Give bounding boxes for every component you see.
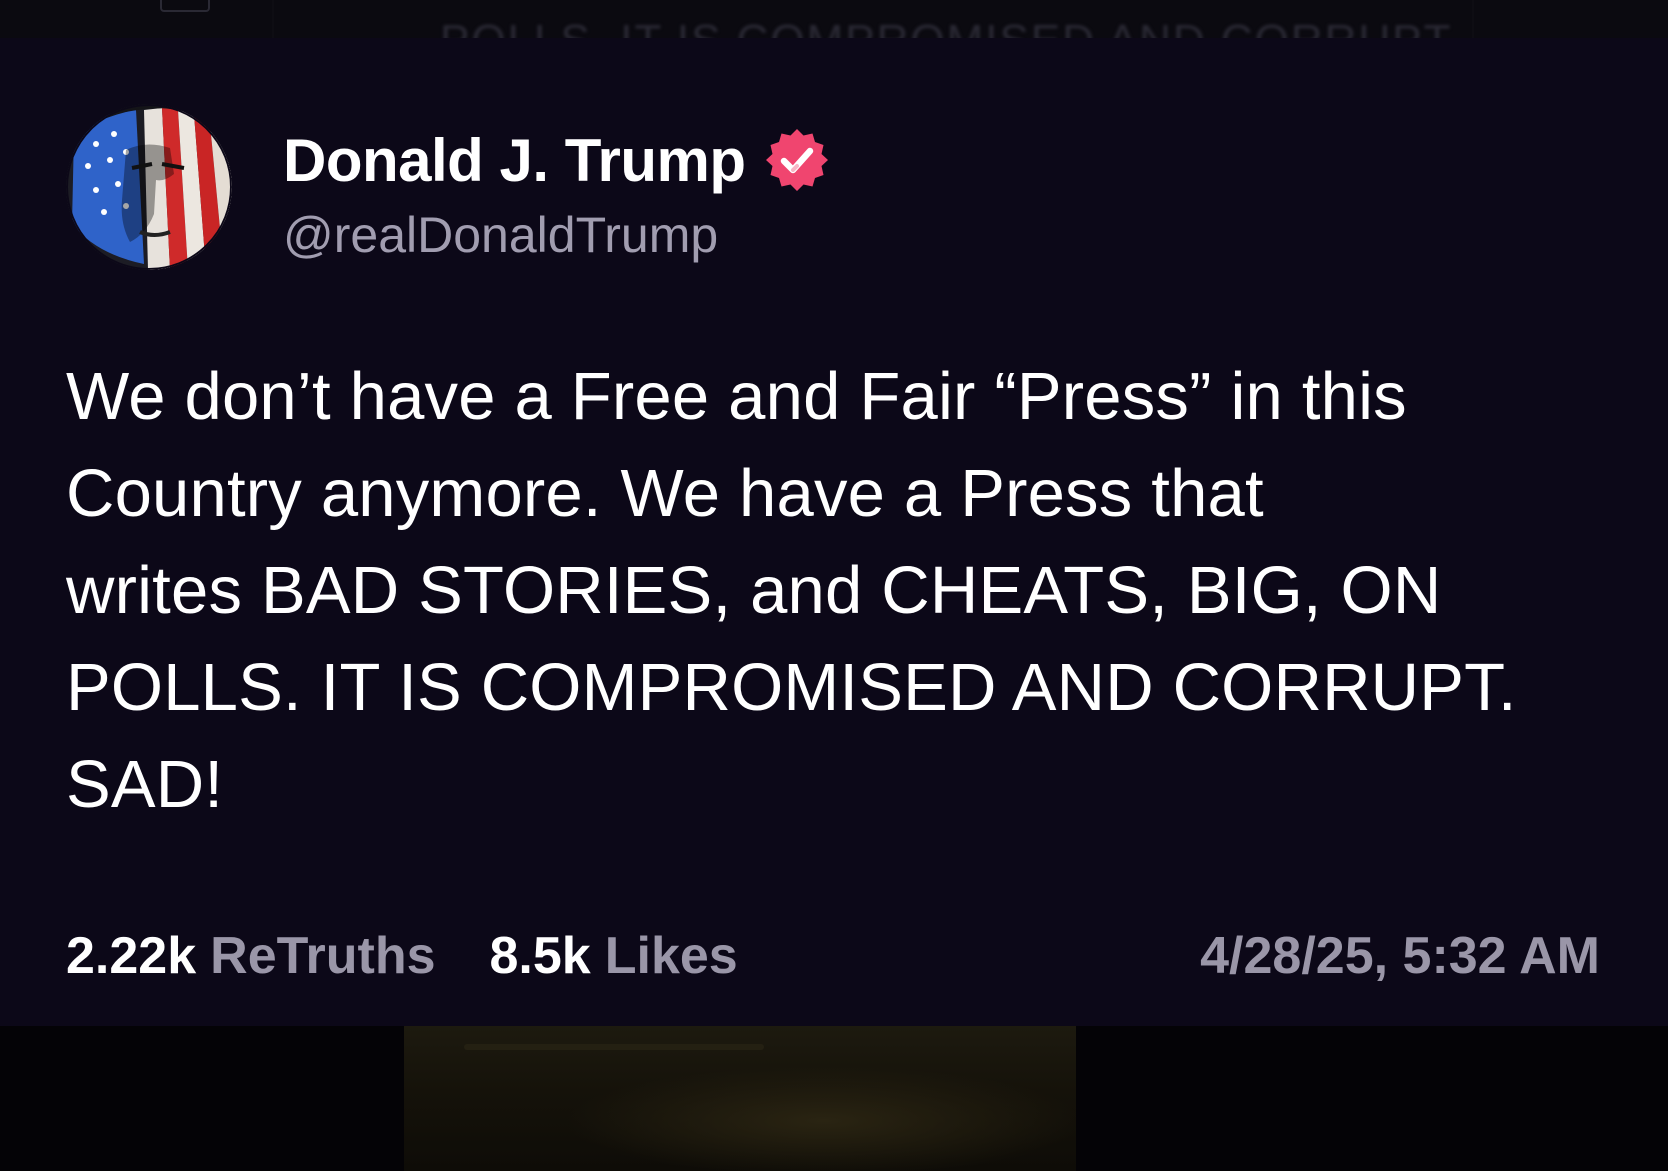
likes-stat[interactable]: 8.5k Likes <box>490 926 738 986</box>
background-top-strip: POLLS. IT IS COMPROMISED AND CORRUPT. <box>0 0 1668 38</box>
background-photo <box>404 1026 1076 1171</box>
background-ghost-text: POLLS. IT IS COMPROMISED AND CORRUPT. <box>440 16 1462 38</box>
author-display-name[interactable]: Donald J. Trump <box>283 126 746 195</box>
post-body-text: We don’t have a Free and Fair “Press” in… <box>66 359 1517 822</box>
background-ghost-icon <box>160 0 210 12</box>
retruths-stat[interactable]: 2.22k ReTruths <box>66 926 436 986</box>
flag-painted-face-avatar[interactable] <box>66 104 232 270</box>
background-bottom-strip <box>0 1026 1668 1171</box>
verified-badge-icon <box>764 127 830 193</box>
post-card[interactable]: Donald J. Trump @realDonaldTrump We don’… <box>0 38 1668 1026</box>
author-name-row: Donald J. Trump <box>283 122 830 198</box>
post-stats: 2.22k ReTruths 8.5k Likes <box>66 926 792 996</box>
retruths-count: 2.22k <box>66 927 197 985</box>
avatar-image <box>66 104 232 270</box>
background-photo-highlight <box>464 1044 764 1050</box>
likes-count: 8.5k <box>489 927 591 985</box>
author-handle[interactable]: @realDonaldTrump <box>283 206 718 264</box>
likes-label: Likes <box>604 927 738 985</box>
retruths-label: ReTruths <box>210 927 436 985</box>
post-timestamp[interactable]: 4/28/25, 5:32 AM <box>1200 926 1600 996</box>
screenshot-page: POLLS. IT IS COMPROMISED AND CORRUPT. <box>0 0 1668 1171</box>
